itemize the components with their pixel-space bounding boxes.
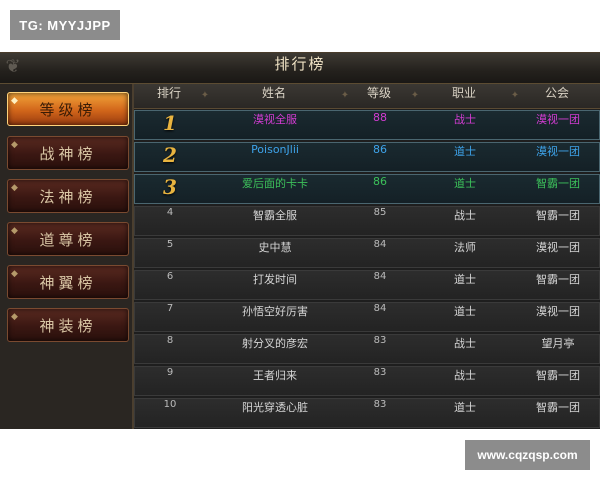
tab-wing-ranking[interactable]: ◆ 神翼榜 bbox=[7, 265, 129, 299]
tab-ornament-icon: ◆ bbox=[11, 140, 22, 150]
ranking-table: 排行 ✦ 姓名 ✦ 等级 ✦ 职业 ✦ 公会 1 漠视全服 88 战士 漠视一团 2 Poi… bbox=[134, 84, 600, 429]
job-cell: 道士 bbox=[454, 145, 476, 158]
tab-taoist-ranking[interactable]: ◆ 道尊榜 bbox=[7, 222, 129, 256]
name-cell: 智霸全服 bbox=[253, 209, 297, 222]
job-cell: 战士 bbox=[454, 209, 476, 222]
tab-label: 神装榜 bbox=[39, 316, 97, 335]
tab-label: 神翼榜 bbox=[39, 273, 97, 292]
tab-level-ranking[interactable]: ◆ 等级榜 bbox=[7, 92, 129, 126]
level-cell: 84 bbox=[373, 303, 387, 314]
job-cell: 道士 bbox=[454, 177, 476, 190]
job-cell: 战士 bbox=[454, 113, 476, 126]
name-cell: 爱后面的卡卡 bbox=[242, 177, 308, 190]
guild-cell: 漠视一团 bbox=[536, 145, 580, 158]
tab-label: 道尊榜 bbox=[39, 230, 97, 249]
job-cell: 道士 bbox=[454, 273, 476, 286]
job-cell: 战士 bbox=[454, 369, 476, 382]
level-cell: 85 bbox=[373, 207, 387, 218]
job-cell: 战士 bbox=[454, 337, 476, 350]
tab-magic-god-ranking[interactable]: ◆ 法神榜 bbox=[7, 179, 129, 213]
ranking-sidebar: ◆ 等级榜 ◆ 战神榜 ◆ 法神榜 ◆ 道尊榜 ◆ 神翼榜 ◆ 神装榜 bbox=[0, 84, 134, 429]
tab-label: 战神榜 bbox=[39, 144, 97, 163]
name-cell: 孙悟空好厉害 bbox=[242, 305, 308, 318]
rank-cell: 8 bbox=[166, 335, 174, 346]
tab-ornament-icon: ◆ bbox=[11, 269, 22, 279]
guild-cell: 智霸一团 bbox=[536, 209, 580, 222]
tab-ornament-icon: ◆ bbox=[11, 96, 22, 106]
name-cell: 漠视全服 bbox=[253, 113, 297, 126]
rank-cell: 10 bbox=[163, 399, 177, 410]
table-header: 排行 ✦ 姓名 ✦ 等级 ✦ 职业 ✦ 公会 bbox=[134, 84, 600, 109]
level-cell: 83 bbox=[373, 367, 387, 378]
tab-label: 等级榜 bbox=[39, 100, 97, 119]
name-cell: 史中慧 bbox=[258, 241, 292, 254]
rank-cell: 7 bbox=[166, 303, 174, 314]
tab-war-god-ranking[interactable]: ◆ 战神榜 bbox=[7, 136, 129, 170]
table-row[interactable]: 9 王者归来 83 战士 智霸一团 bbox=[134, 366, 600, 396]
header-job: 职业 bbox=[451, 86, 476, 100]
header-name: 姓名 bbox=[261, 86, 286, 100]
watermark-top: TG: MYYJJPP bbox=[10, 10, 120, 40]
header-level: 等级 bbox=[366, 86, 391, 100]
guild-cell: 漠视一团 bbox=[536, 305, 580, 318]
guild-cell: 智霸一团 bbox=[536, 177, 580, 190]
table-row[interactable]: 3 爱后面的卡卡 86 道士 智霸一团 bbox=[134, 174, 600, 204]
name-cell: 阳光穿透心脏 bbox=[242, 401, 308, 414]
level-cell: 88 bbox=[373, 111, 387, 124]
ranking-panel: ❦ 排行榜 ◆ 等级榜 ◆ 战神榜 ◆ 法神榜 ◆ 道尊榜 ◆ 神翼榜 ◆ 神装… bbox=[0, 52, 600, 429]
table-row[interactable]: 2 PoisonJlii 86 道士 漠视一团 bbox=[134, 142, 600, 172]
name-cell: PoisonJlii bbox=[251, 143, 299, 156]
job-cell: 道士 bbox=[454, 401, 476, 414]
guild-cell: 漠视一团 bbox=[536, 113, 580, 126]
tab-equipment-ranking[interactable]: ◆ 神装榜 bbox=[7, 308, 129, 342]
title-bar: ❦ 排行榜 bbox=[0, 53, 600, 84]
rank-cell: 3 bbox=[163, 175, 177, 199]
level-cell: 83 bbox=[373, 399, 387, 410]
table-row[interactable]: 1 漠视全服 88 战士 漠视一团 bbox=[134, 110, 600, 140]
table-row[interactable]: 4 智霸全服 85 战士 智霸一团 bbox=[134, 206, 600, 236]
tab-ornament-icon: ◆ bbox=[11, 183, 22, 193]
rank-cell: 1 bbox=[163, 111, 177, 135]
name-cell: 王者归来 bbox=[253, 369, 297, 382]
job-cell: 法师 bbox=[454, 241, 476, 254]
table-row[interactable]: 10 阳光穿透心脏 83 道士 智霸一团 bbox=[134, 398, 600, 428]
level-cell: 83 bbox=[373, 335, 387, 346]
name-cell: 打发时间 bbox=[253, 273, 297, 286]
table-row[interactable]: 5 史中慧 84 法师 漠视一团 bbox=[134, 238, 600, 268]
watermark-bottom: www.cqzqsp.com bbox=[465, 440, 590, 470]
rank-cell: 4 bbox=[166, 207, 174, 218]
tab-ornament-icon: ◆ bbox=[11, 226, 22, 236]
guild-cell: 智霸一团 bbox=[536, 401, 580, 414]
level-cell: 86 bbox=[373, 175, 387, 188]
table-row[interactable]: 6 打发时间 84 道士 智霸一团 bbox=[134, 270, 600, 300]
rank-cell: 2 bbox=[163, 143, 177, 167]
guild-cell: 望月亭 bbox=[541, 337, 575, 350]
name-cell: 射分叉的彦宏 bbox=[242, 337, 308, 350]
guild-cell: 漠视一团 bbox=[536, 241, 580, 254]
rank-cell: 9 bbox=[166, 367, 174, 378]
header-guild: 公会 bbox=[544, 86, 569, 100]
table-row[interactable]: 7 孙悟空好厉害 84 道士 漠视一团 bbox=[134, 302, 600, 332]
tab-label: 法神榜 bbox=[39, 187, 97, 206]
table-row[interactable]: 8 射分叉的彦宏 83 战士 望月亭 bbox=[134, 334, 600, 364]
guild-cell: 智霸一团 bbox=[536, 369, 580, 382]
level-cell: 86 bbox=[373, 143, 387, 156]
window-title: 排行榜 bbox=[274, 55, 326, 73]
rank-cell: 6 bbox=[166, 271, 174, 282]
guild-cell: 智霸一团 bbox=[536, 273, 580, 286]
level-cell: 84 bbox=[373, 239, 387, 250]
level-cell: 84 bbox=[373, 271, 387, 282]
rank-cell: 5 bbox=[166, 239, 174, 250]
job-cell: 道士 bbox=[454, 305, 476, 318]
header-rank: 排行 bbox=[156, 86, 181, 100]
tab-ornament-icon: ◆ bbox=[11, 312, 22, 322]
